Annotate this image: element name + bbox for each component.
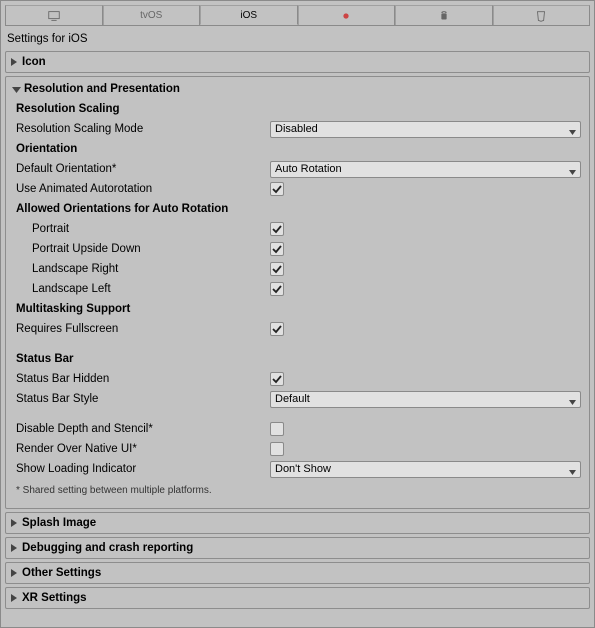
orientation-heading: Orientation [14,139,581,159]
chevron-right-icon [10,544,18,552]
default-orientation-label: Default Orientation* [14,163,270,175]
loading-indicator-select[interactable]: Don't Show [270,461,581,478]
status-bar-heading: Status Bar [14,349,581,369]
render-native-checkbox[interactable] [270,442,284,456]
foldout-label: Resolution and Presentation [24,83,180,95]
chevron-right-icon [10,58,18,66]
check-icon [272,264,282,274]
tab-ios[interactable]: iOS [200,5,298,25]
chevron-down-icon [569,126,576,138]
scaling-mode-label: Resolution Scaling Mode [14,123,270,135]
status-bar-hidden-checkbox[interactable] [270,372,284,386]
foldout-label: XR Settings [22,592,87,604]
status-bar-style-select[interactable]: Default [270,391,581,408]
chevron-right-icon [10,519,18,527]
foldout-resolution[interactable]: Resolution and Presentation [12,83,579,95]
foldout-label: Other Settings [22,567,101,579]
allowed-orientations-heading: Allowed Orientations for Auto Rotation [14,199,581,219]
landscape-left-label: Landscape Left [14,283,270,295]
shared-setting-footnote: * Shared setting between multiple platfo… [14,479,581,498]
disable-depth-label: Disable Depth and Stencil* [14,423,270,435]
foldout-label: Splash Image [22,517,96,529]
check-icon [272,224,282,234]
foldout-icon[interactable]: Icon [5,51,590,73]
portrait-label: Portrait [14,223,270,235]
landscape-left-checkbox[interactable] [270,282,284,296]
tab-label: tvOS [140,10,162,21]
tab-tvos[interactable]: tvOS [103,5,201,25]
chevron-right-icon [10,594,18,602]
chevron-down-icon [569,166,576,178]
tab-android[interactable] [395,5,493,25]
portrait-checkbox[interactable] [270,222,284,236]
requires-fullscreen-checkbox[interactable] [270,322,284,336]
check-icon [272,284,282,294]
check-icon [272,184,282,194]
status-bar-hidden-label: Status Bar Hidden [14,373,270,385]
status-bar-style-label: Status Bar Style [14,393,270,405]
foldout-splash[interactable]: Splash Image [5,512,590,534]
landscape-right-checkbox[interactable] [270,262,284,276]
foldout-label: Icon [22,56,46,68]
tab-lumin[interactable] [298,5,396,25]
select-value: Auto Rotation [275,163,342,175]
foldout-xr[interactable]: XR Settings [5,587,590,609]
render-native-label: Render Over Native UI* [14,443,270,455]
monitor-icon [47,9,61,23]
disable-depth-checkbox[interactable] [270,422,284,436]
foldout-other[interactable]: Other Settings [5,562,590,584]
requires-fullscreen-label: Requires Fullscreen [14,323,270,335]
portrait-upside-checkbox[interactable] [270,242,284,256]
use-animated-label: Use Animated Autorotation [14,183,270,195]
tab-standalone[interactable] [5,5,103,25]
landscape-right-label: Landscape Right [14,263,270,275]
use-animated-checkbox[interactable] [270,182,284,196]
multitasking-heading: Multitasking Support [14,299,581,319]
lumin-icon [339,9,353,23]
android-icon [437,9,451,23]
select-value: Don't Show [275,463,331,475]
tab-webgl[interactable] [493,5,591,25]
default-orientation-select[interactable]: Auto Rotation [270,161,581,178]
check-icon [272,244,282,254]
chevron-right-icon [10,569,18,577]
select-value: Default [275,393,310,405]
chevron-down-icon [569,396,576,408]
tab-label: iOS [240,10,257,21]
resolution-presentation-section: Resolution and Presentation Resolution S… [5,76,590,509]
resolution-scaling-heading: Resolution Scaling [14,99,581,119]
chevron-down-icon [569,466,576,478]
foldout-label: Debugging and crash reporting [22,542,193,554]
check-icon [272,374,282,384]
chevron-down-icon [12,86,21,94]
foldout-debugging[interactable]: Debugging and crash reporting [5,537,590,559]
page-title: Settings for iOS [5,29,590,51]
portrait-upside-label: Portrait Upside Down [14,243,270,255]
check-icon [272,324,282,334]
webgl-icon [534,9,548,23]
scaling-mode-select[interactable]: Disabled [270,121,581,138]
select-value: Disabled [275,123,318,135]
loading-indicator-label: Show Loading Indicator [14,463,270,475]
platform-tabs: tvOS iOS [5,5,590,26]
